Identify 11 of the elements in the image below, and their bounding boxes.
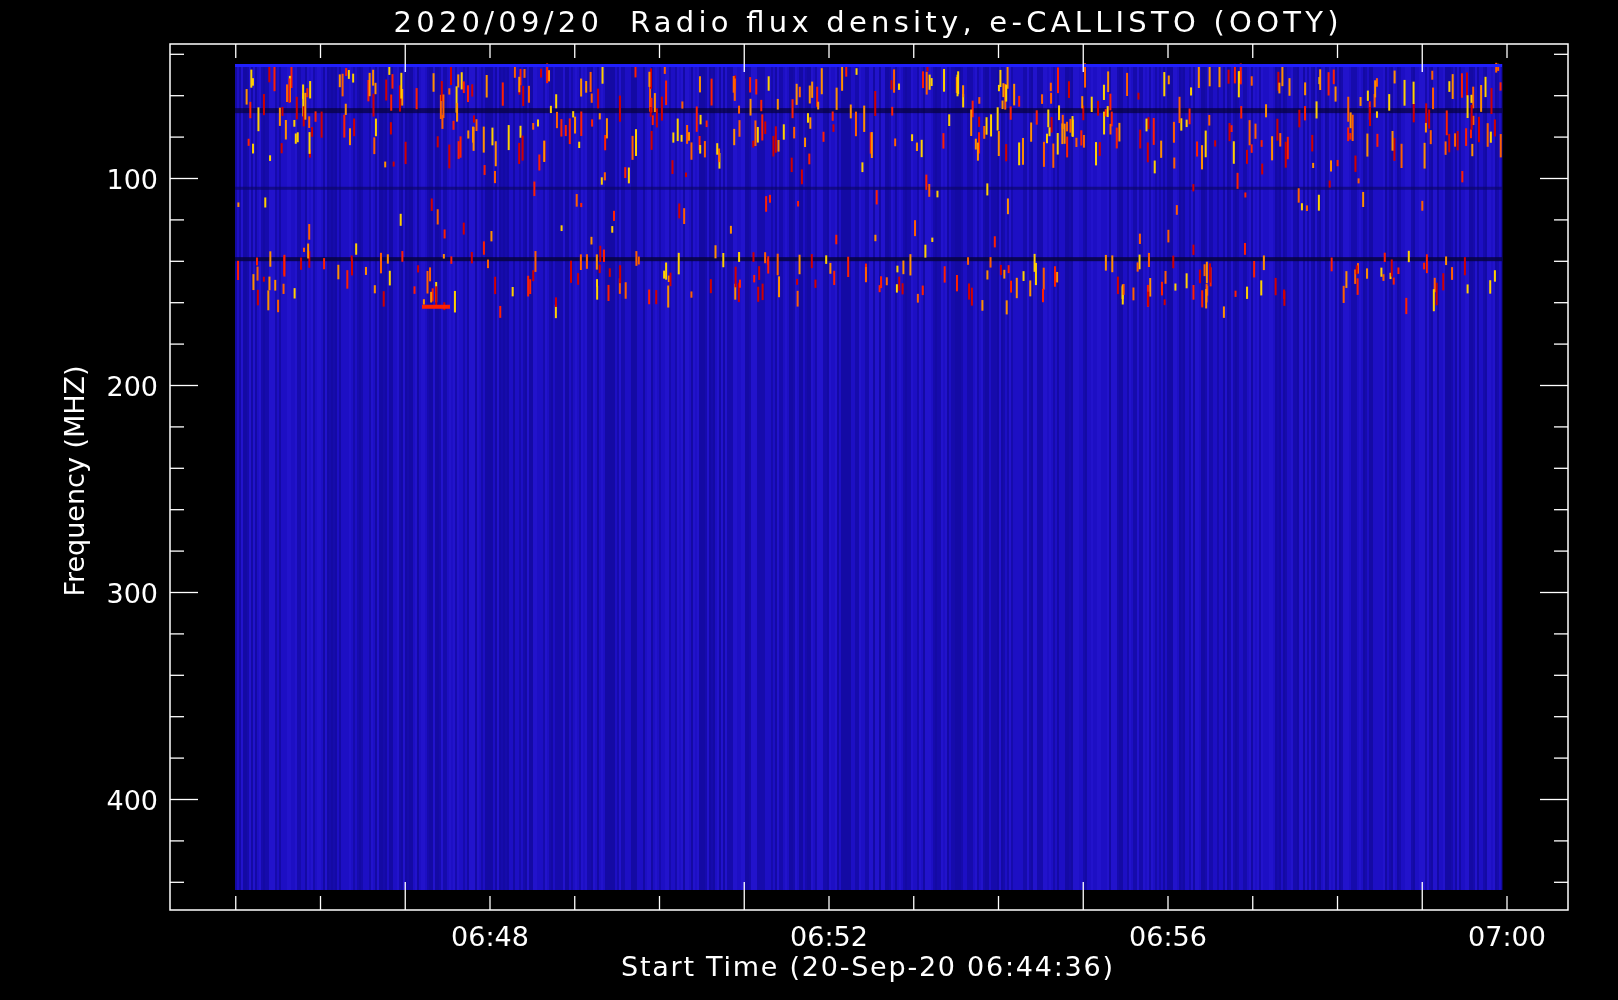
y-tick-label: 200 [106, 370, 158, 402]
x-tick-label: 06:48 [451, 921, 529, 952]
x-tick-label: 06:52 [790, 921, 868, 952]
x-tick-label: 07:00 [1468, 921, 1546, 952]
y-tick-label: 100 [106, 163, 158, 195]
chart-title: 2020/09/20 Radio flux density, e-CALLISTO (OOTY) [393, 5, 1339, 39]
y-tick-label: 400 [106, 784, 158, 816]
x-tick-label: 06:56 [1129, 921, 1207, 952]
y-axis-label: Frequency (MHZ) [59, 365, 90, 597]
x-axis-label: Start Time (20-Sep-20 06:44:36) [621, 951, 1113, 982]
y-tick-label: 300 [106, 577, 158, 609]
